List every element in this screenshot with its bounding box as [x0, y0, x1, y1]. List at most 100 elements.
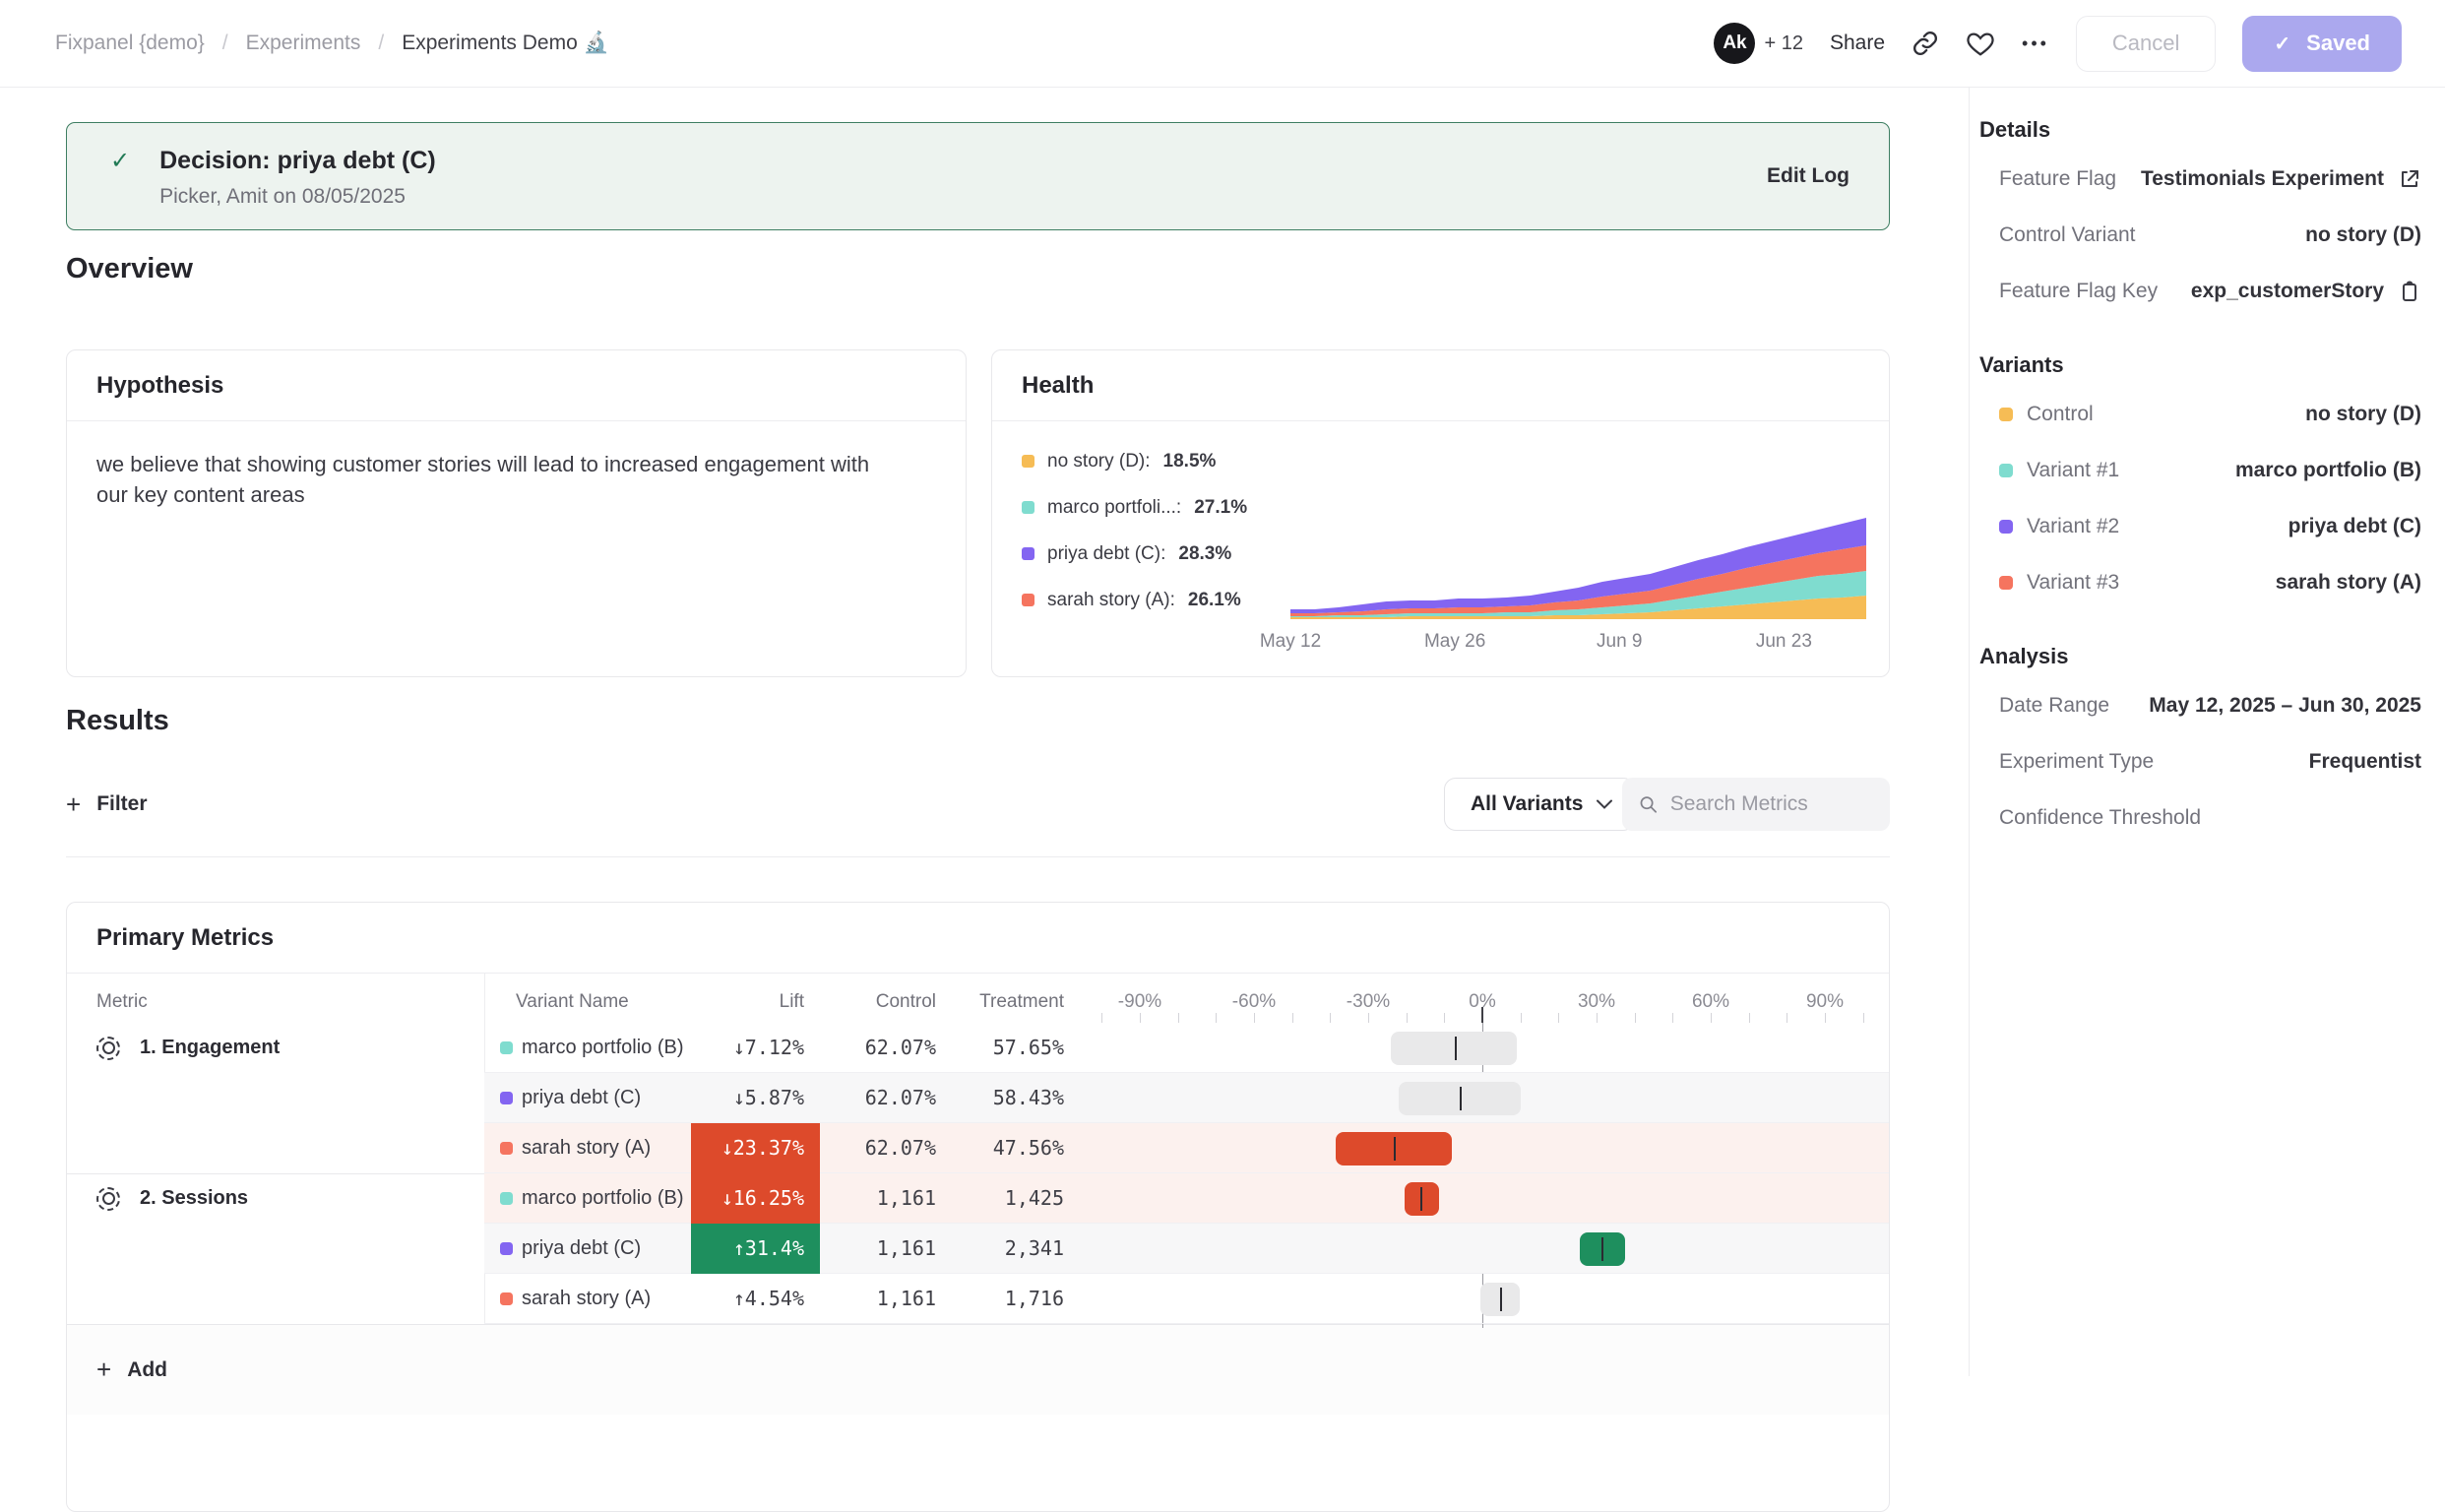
- variants-filter-label: All Variants: [1471, 792, 1583, 816]
- collaborators-count[interactable]: + 12: [1764, 32, 1802, 55]
- breadcrumb-project[interactable]: Fixpanel {demo}: [55, 32, 205, 55]
- legend-item: priya debt (C): 28.3%: [1022, 539, 1247, 568]
- metric-target-icon: [96, 1037, 120, 1060]
- variant-swatch: [500, 1142, 513, 1155]
- lift-value: ↑4.54%: [618, 1274, 804, 1324]
- axis-minor-tick: [1368, 1013, 1369, 1023]
- legend-value: 27.1%: [1194, 497, 1247, 519]
- saved-button[interactable]: ✓ Saved: [2242, 16, 2402, 72]
- details-sidebar: Details Feature FlagTestimonials Experim…: [1969, 88, 2445, 1376]
- hypothesis-card: Hypothesis we believe that showing custo…: [66, 349, 967, 677]
- breadcrumb-experiments[interactable]: Experiments: [246, 32, 361, 55]
- lift-value-significant: ↓16.25%: [691, 1173, 820, 1224]
- treatment-value: 47.56%: [943, 1123, 1064, 1173]
- variant-swatch: [1999, 576, 2013, 590]
- confidence-interval-midpoint: [1420, 1187, 1422, 1211]
- copy-icon[interactable]: [2398, 280, 2421, 303]
- more-menu-icon[interactable]: •••: [2022, 33, 2049, 54]
- variant-row: Variant #3sarah story (A): [1979, 554, 2421, 610]
- variant-swatch: [500, 1192, 513, 1205]
- axis-minor-tick: [1863, 1013, 1864, 1023]
- check-icon: ✓: [2274, 32, 2290, 56]
- link-icon[interactable]: [1912, 30, 1939, 57]
- col-header-metric: Metric: [96, 991, 148, 1013]
- treatment-value: 58.43%: [943, 1073, 1064, 1123]
- legend-value: 28.3%: [1178, 543, 1231, 565]
- side-row-value: Testimonials Experiment: [2141, 167, 2421, 191]
- decision-byline: Picker, Amit on 08/05/2025: [159, 185, 436, 209]
- lift-value: ↓5.87%: [618, 1073, 804, 1123]
- analysis-row: Date RangeMay 12, 2025 – Jun 30, 2025: [1979, 677, 2421, 733]
- axis-minor-tick: [1711, 1013, 1712, 1023]
- lift-value-significant: ↓23.37%: [691, 1123, 820, 1173]
- plus-icon: +: [96, 1354, 111, 1385]
- legend-swatch: [1022, 455, 1034, 468]
- control-value: 1,161: [815, 1274, 936, 1324]
- overview-heading: Overview: [66, 253, 193, 285]
- share-button[interactable]: Share: [1830, 32, 1885, 55]
- cancel-button[interactable]: Cancel: [2076, 16, 2216, 72]
- legend-swatch: [1022, 594, 1034, 606]
- add-metric-row: + Add: [67, 1324, 1889, 1415]
- variant-row: Variant #2priya debt (C): [1979, 498, 2421, 554]
- metric-cell: 1. Engagement: [96, 1023, 280, 1073]
- variant-swatch: [500, 1242, 513, 1255]
- favorite-heart-icon[interactable]: [1966, 29, 1995, 58]
- avatar[interactable]: Ak: [1714, 23, 1755, 64]
- side-row-value: May 12, 2025 – Jun 30, 2025: [2149, 694, 2421, 718]
- confidence-interval-midpoint: [1394, 1137, 1396, 1161]
- side-row-value: no story (D): [2305, 403, 2421, 426]
- legend-item: no story (D): 18.5%: [1022, 447, 1247, 475]
- control-value: 62.07%: [815, 1123, 936, 1173]
- axis-tick-label: -90%: [1118, 991, 1161, 1013]
- confidence-interval-midpoint: [1500, 1288, 1502, 1311]
- analysis-row: Confidence Threshold: [1979, 789, 2421, 846]
- confidence-interval-midpoint: [1460, 1087, 1462, 1110]
- detail-row: Feature FlagTestimonials Experiment: [1979, 151, 2421, 207]
- legend-swatch: [1022, 547, 1034, 560]
- confidence-interval-midpoint: [1455, 1037, 1457, 1060]
- x-axis-label: Jun 9: [1597, 631, 1642, 653]
- variant-cell: sarah story (A): [500, 1123, 651, 1173]
- decision-title: Decision: priya debt (C): [159, 149, 436, 173]
- health-card: Health no story (D): 18.5%marco portfoli…: [991, 349, 1890, 677]
- breadcrumb-separator: /: [378, 32, 384, 55]
- control-value: 62.07%: [815, 1073, 936, 1123]
- axis-zero-tick: [1481, 1007, 1483, 1023]
- variants-filter-dropdown[interactable]: All Variants: [1444, 778, 1635, 831]
- page-title: Experiments Demo 🔬: [402, 32, 609, 55]
- filter-button[interactable]: + Filter: [66, 777, 148, 832]
- metric-target-icon: [96, 1187, 120, 1211]
- side-row-label: Control Variant: [1999, 223, 2136, 247]
- side-row-value: no story (D): [2305, 223, 2421, 247]
- edit-log-button[interactable]: Edit Log: [1767, 164, 1849, 188]
- legend-swatch: [1022, 501, 1034, 514]
- col-header-variant: Variant Name: [516, 991, 629, 1013]
- health-legend: no story (D): 18.5% marco portfoli...: 27…: [1022, 447, 1247, 614]
- axis-minor-tick: [1216, 1013, 1217, 1023]
- main-content: ✓ Decision: priya debt (C) Picker, Amit …: [0, 88, 1969, 1376]
- chevron-down-icon: [1597, 799, 1612, 809]
- detail-row: Feature Flag Keyexp_customerStory: [1979, 263, 2421, 319]
- sidebar-section-analysis: Analysis Date RangeMay 12, 2025 – Jun 30…: [1979, 644, 2421, 846]
- external-link-icon[interactable]: [2398, 167, 2421, 191]
- confidence-interval-bar: [1391, 1032, 1517, 1065]
- axis-minor-tick: [1521, 1013, 1522, 1023]
- legend-label: marco portfoli...:: [1047, 497, 1181, 519]
- variant-swatch: [500, 1041, 513, 1054]
- side-row-label: Variant #1: [1999, 459, 2119, 482]
- metric-name: 2. Sessions: [140, 1187, 248, 1210]
- search-metrics-input[interactable]: [1670, 792, 1874, 816]
- axis-tick-label: 60%: [1692, 991, 1729, 1013]
- legend-label: no story (D):: [1047, 451, 1151, 472]
- axis-minor-tick: [1749, 1013, 1750, 1023]
- axis-tick-label: 30%: [1578, 991, 1615, 1013]
- divider: [66, 856, 1890, 857]
- axis-minor-tick: [1444, 1013, 1445, 1023]
- axis-minor-tick: [1254, 1013, 1255, 1023]
- add-metric-button[interactable]: + Add: [96, 1354, 167, 1385]
- x-axis-label: May 12: [1260, 631, 1321, 653]
- axis-tick-label: -60%: [1232, 991, 1276, 1013]
- axis-minor-tick: [1140, 1013, 1141, 1023]
- primary-metrics-table: Metric Variant Name Lift Control Treatme…: [67, 903, 1889, 1511]
